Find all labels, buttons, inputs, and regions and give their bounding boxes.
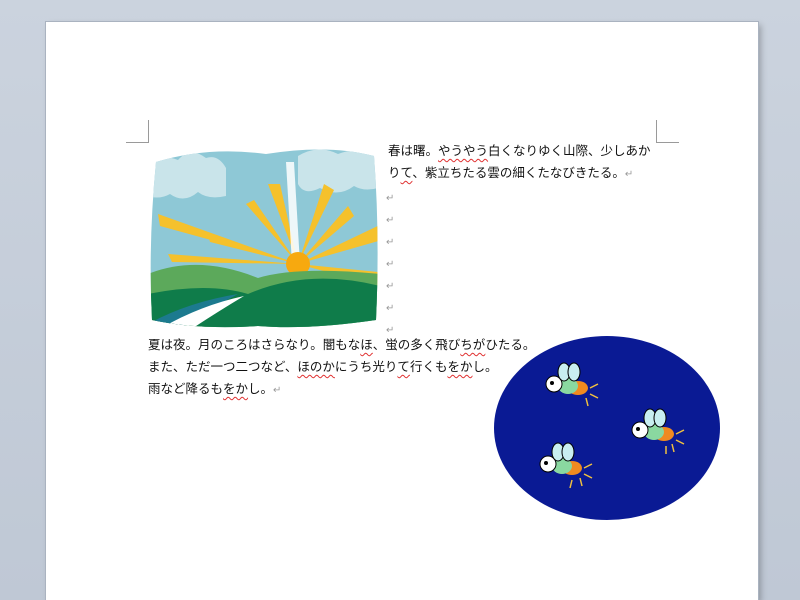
text-run: また、ただ一つ二つなど、 [148, 359, 298, 374]
text-run: し。 [248, 381, 274, 396]
paragraph-mark: ↵ [386, 237, 395, 248]
paragraph-mark: ↵ [386, 303, 395, 314]
text-run: 白くなりゆく山際、少しあか [488, 143, 651, 158]
empty-paragraph-marks: ↵ ↵ ↵ ↵ ↵ ↵ ↵ [386, 188, 400, 342]
para1-line1[interactable]: 春は曙。やうやう白くなりゆく山際、少しあか [388, 140, 651, 162]
spelling-flag[interactable]: て [401, 165, 413, 180]
paragraph-mark: ↵ [386, 193, 395, 204]
spelling-flag[interactable]: をか [447, 359, 472, 374]
paragraph-mark: ↵ [624, 169, 634, 180]
text-run: 雨など降るも [148, 381, 224, 396]
text-run: にうち光り [334, 359, 398, 374]
document-page[interactable]: 春は曙。やうやう白くなりゆく山際、少しあか りて、紫立ちたる雲の細くたなびきたる… [46, 22, 758, 600]
spelling-flag[interactable]: て [397, 359, 410, 374]
sunrise-clipart-icon[interactable] [148, 144, 380, 330]
text-run: 行くも [409, 359, 448, 374]
paragraph-mark: ↵ [386, 281, 395, 292]
fireflies-clipart-icon[interactable] [492, 334, 722, 522]
document-workspace: 春は曙。やうやう白くなりゆく山際、少しあか りて、紫立ちたる雲の細くたなびきたる… [0, 0, 800, 600]
text-run: し。 [472, 359, 498, 374]
spelling-flag[interactable]: やうやう [438, 143, 488, 158]
text-run: 夏は夜。月のころはさらなり。闇もな [148, 337, 361, 352]
spelling-flag[interactable]: ちが [460, 337, 485, 352]
para1-line2[interactable]: りて、紫立ちたる雲の細くたなびきたる。↵ [388, 162, 633, 186]
spelling-flag[interactable]: ほのか [297, 359, 335, 374]
para2-line1[interactable]: 夏は夜。月のころはさらなり。闇もなほ、蛍の多く飛びちがひたる。 [148, 334, 535, 356]
text-run: り [388, 165, 401, 180]
margin-corner-top-left [126, 120, 149, 143]
para2-line3[interactable]: 雨など降るもをかし。↵ [148, 378, 281, 402]
text-run: ひたる。 [485, 337, 536, 352]
paragraph-mark: ↵ [386, 215, 395, 226]
paragraph-mark: ↵ [386, 259, 395, 270]
text-run: 、紫立ちたる雲の細くたなびきたる。 [412, 165, 625, 180]
paragraph-mark: ↵ [273, 385, 282, 396]
spelling-flag[interactable]: ほ [360, 337, 373, 352]
text-run: 、蛍の多く飛び [372, 337, 461, 352]
spelling-flag[interactable]: をか [223, 381, 248, 396]
para2-line2[interactable]: また、ただ一つ二つなど、ほのかにうち光りて行くもをかし。 [148, 356, 497, 378]
text-run: 春は曙。 [388, 143, 439, 158]
margin-corner-top-right [656, 120, 679, 143]
